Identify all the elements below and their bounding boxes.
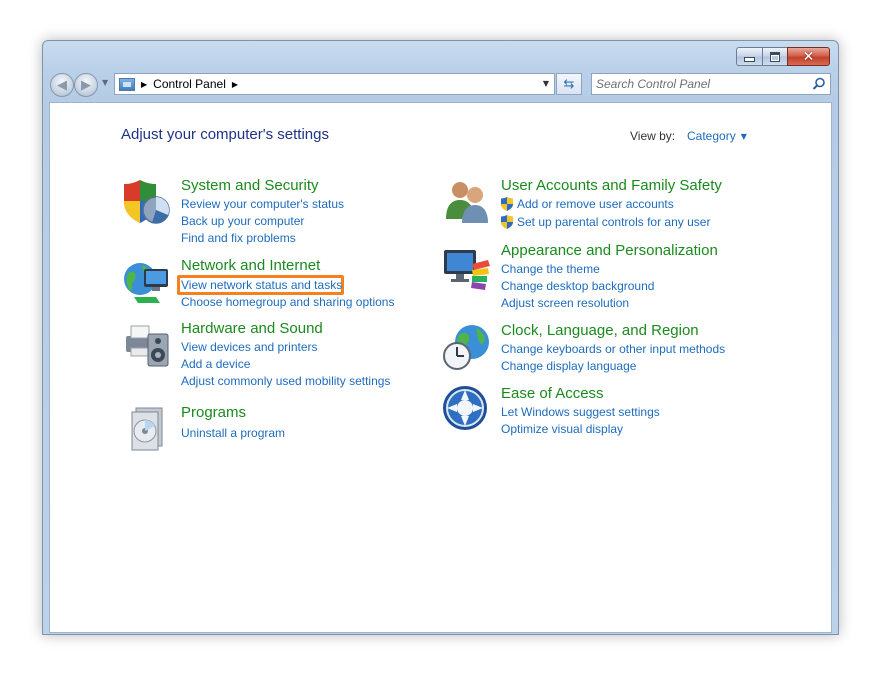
printer-speaker-icon xyxy=(126,325,169,367)
link-find-fix[interactable]: Find and fix problems xyxy=(181,231,296,245)
link-suggest-settings[interactable]: Let Windows suggest settings xyxy=(501,405,660,419)
users-icon xyxy=(446,182,488,223)
link-keyboards-input[interactable]: Change keyboards or other input methods xyxy=(501,342,725,356)
link-add-device[interactable]: Add a device xyxy=(181,357,250,371)
view-by-dropdown[interactable]: Category ▼ xyxy=(687,129,747,143)
link-parental-controls[interactable]: Set up parental controls for any user xyxy=(501,215,710,229)
caption-buttons: ✕ xyxy=(736,47,830,66)
link-screen-resolution[interactable]: Adjust screen resolution xyxy=(501,296,629,310)
ease-of-access-icon xyxy=(443,386,487,430)
link-add-remove-accounts[interactable]: Add or remove user accounts xyxy=(501,197,674,211)
breadcrumb-chevron-icon[interactable]: ▶ xyxy=(232,80,238,89)
link-devices-printers[interactable]: View devices and printers xyxy=(181,340,318,354)
maximize-button[interactable] xyxy=(762,47,787,66)
category-title[interactable]: Clock, Language, and Region xyxy=(501,322,699,339)
link-homegroup-sharing[interactable]: Choose homegroup and sharing options xyxy=(181,295,394,309)
forward-arrow-icon: ▶ xyxy=(81,77,91,93)
minimize-icon xyxy=(744,57,755,62)
forward-button[interactable]: ▶ xyxy=(74,73,98,97)
minimize-button[interactable] xyxy=(736,47,762,66)
page-title: Adjust your computer's settings xyxy=(121,126,329,143)
category-title[interactable]: Programs xyxy=(181,404,246,421)
chevron-down-icon: ▼ xyxy=(740,131,747,141)
uac-shield-icon xyxy=(501,197,513,211)
category-title[interactable]: Hardware and Sound xyxy=(181,320,323,337)
link-change-theme[interactable]: Change the theme xyxy=(501,262,600,276)
category-clock-region: Clock, Language, and Region Change keybo… xyxy=(442,322,762,378)
breadcrumb-control-panel[interactable]: Control Panel xyxy=(153,77,226,91)
link-mobility-settings[interactable]: Adjust commonly used mobility settings xyxy=(181,374,390,388)
back-button[interactable]: ◀ xyxy=(50,73,74,97)
link-desktop-background[interactable]: Change desktop background xyxy=(501,279,654,293)
back-arrow-icon: ◀ xyxy=(57,77,67,93)
search-icon[interactable] xyxy=(812,77,826,91)
monitor-palette-icon xyxy=(444,250,490,290)
link-text[interactable]: Set up parental controls for any user xyxy=(517,215,710,229)
category-appearance: Appearance and Personalization Change th… xyxy=(442,242,762,312)
recent-pages-dropdown-icon[interactable]: ▼ xyxy=(102,78,108,87)
category-system-security: System and Security Review your computer… xyxy=(122,177,422,247)
shield-icon xyxy=(124,180,170,224)
link-review-status[interactable]: Review your computer's status xyxy=(181,197,344,211)
link-visual-display[interactable]: Optimize visual display xyxy=(501,422,623,436)
close-button[interactable]: ✕ xyxy=(787,47,830,66)
category-title[interactable]: Network and Internet xyxy=(181,257,320,274)
view-by-value[interactable]: Category xyxy=(687,129,736,143)
refresh-button[interactable]: ⇆ xyxy=(556,73,582,95)
view-by-label: View by: xyxy=(630,129,676,143)
programs-disc-icon xyxy=(131,407,163,451)
category-user-accounts: User Accounts and Family Safety Add or r… xyxy=(442,177,762,233)
maximize-icon xyxy=(770,51,780,62)
refresh-icon: ⇆ xyxy=(563,76,575,92)
category-programs: Programs Uninstall a program xyxy=(122,404,422,454)
close-icon: ✕ xyxy=(802,48,815,65)
network-globe-icon xyxy=(124,263,168,303)
clock-globe-icon xyxy=(443,325,489,370)
breadcrumb-chevron-icon[interactable]: ▶ xyxy=(141,80,147,89)
link-back-up[interactable]: Back up your computer xyxy=(181,214,304,228)
category-title[interactable]: Appearance and Personalization xyxy=(501,242,718,259)
link-display-language[interactable]: Change display language xyxy=(501,359,636,373)
category-title[interactable]: System and Security xyxy=(181,177,319,194)
category-hardware-sound: Hardware and Sound View devices and prin… xyxy=(122,320,422,390)
category-title[interactable]: User Accounts and Family Safety xyxy=(501,177,722,194)
search-box[interactable] xyxy=(591,73,831,95)
address-dropdown-icon[interactable]: ▼ xyxy=(543,79,549,88)
category-network-internet: Network and Internet View network status… xyxy=(122,257,422,313)
address-bar[interactable]: ▶ Control Panel ▶ ▼ xyxy=(114,73,555,95)
uac-shield-icon xyxy=(501,215,513,229)
link-view-network-status[interactable]: View network status and tasks xyxy=(181,278,342,292)
control-panel-icon xyxy=(119,77,135,91)
link-text[interactable]: Add or remove user accounts xyxy=(517,197,674,211)
category-ease-of-access: Ease of Access Let Windows suggest setti… xyxy=(442,385,762,441)
category-title[interactable]: Ease of Access xyxy=(501,385,604,402)
search-input[interactable] xyxy=(596,75,801,93)
navigation-bar: ◀ ▶ ▼ ▶ Control Panel ▶ ▼ ⇆ xyxy=(50,72,831,98)
content-pane: Adjust your computer's settings View by:… xyxy=(49,102,832,633)
control-panel-window: ✕ ◀ ▶ ▼ ▶ Control Panel ▶ ▼ ⇆ Ad xyxy=(42,40,839,635)
link-uninstall-program[interactable]: Uninstall a program xyxy=(181,426,285,440)
